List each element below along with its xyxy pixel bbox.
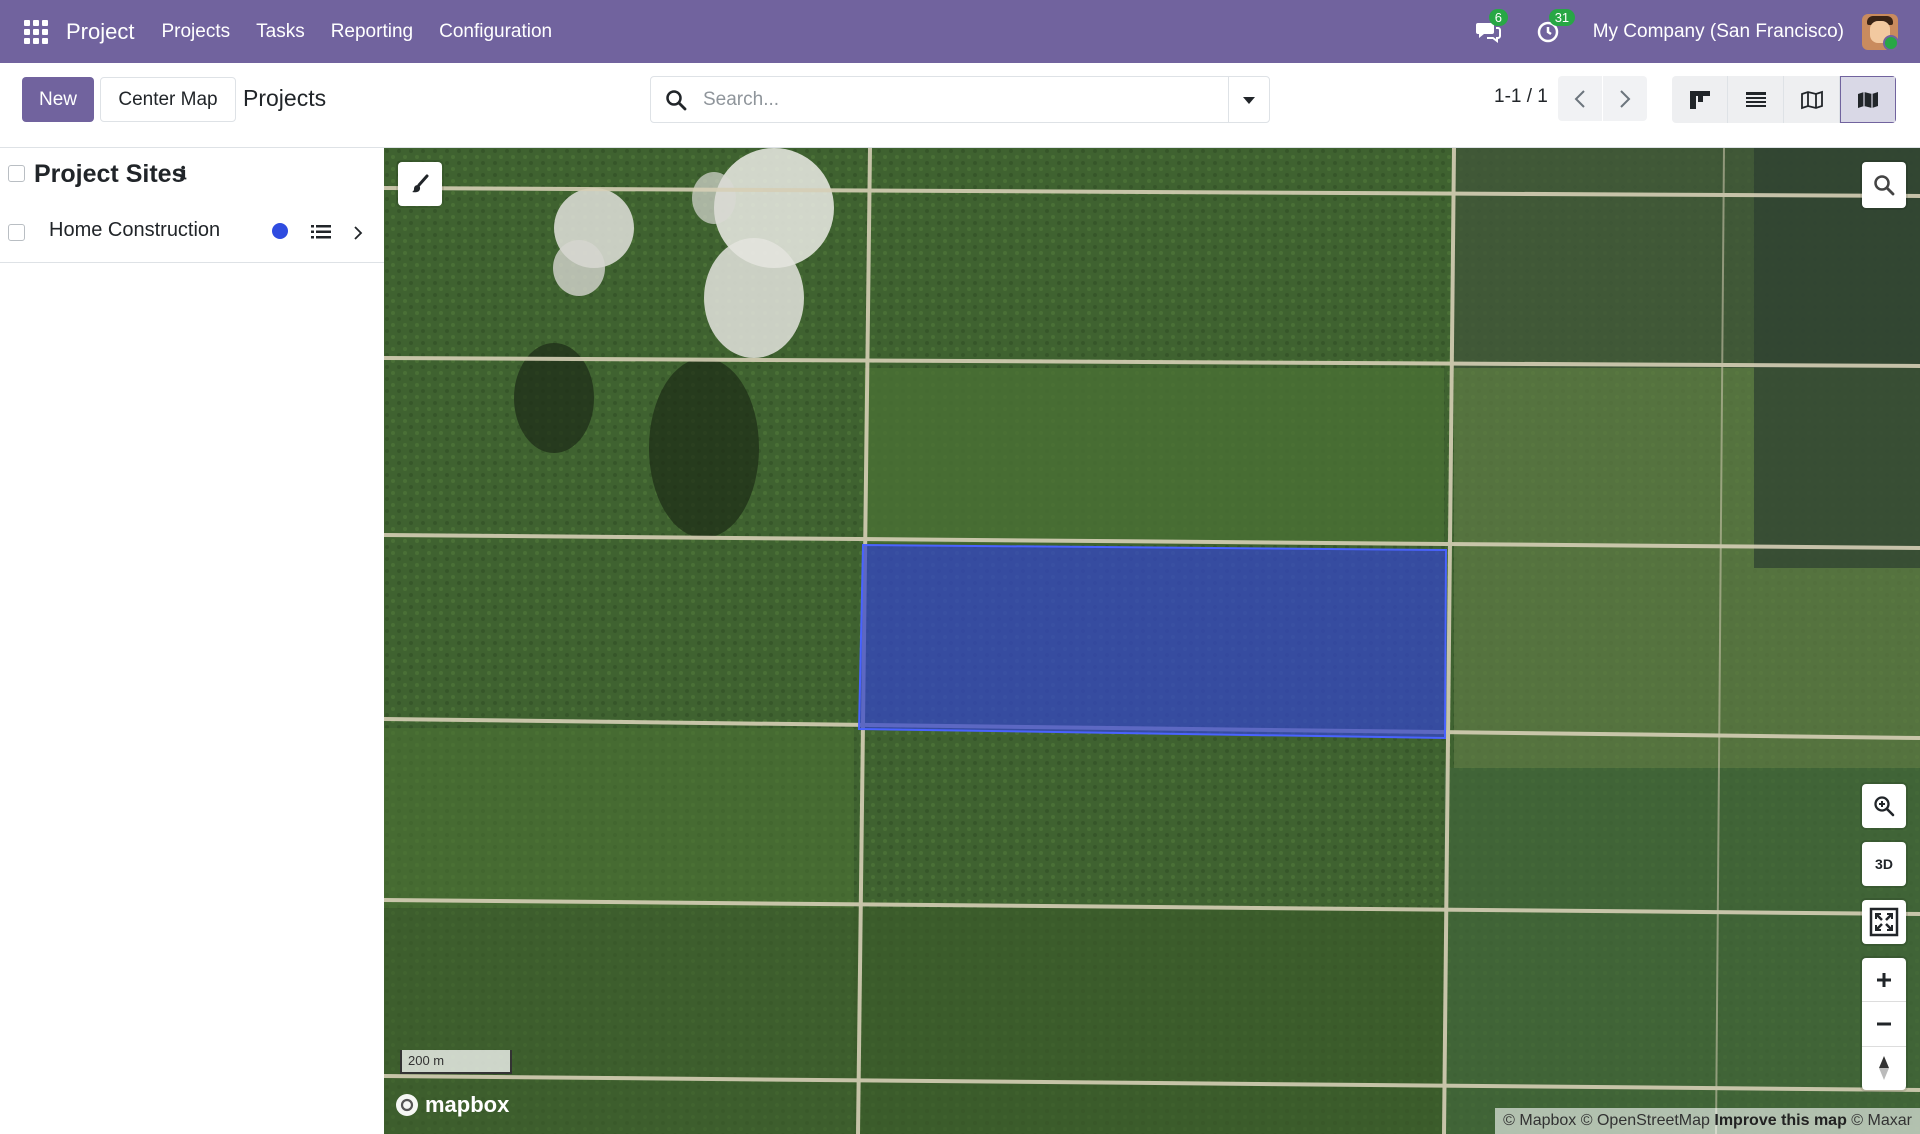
caret-down-icon (1243, 96, 1255, 104)
reset-bearing-button[interactable] (1862, 1047, 1906, 1090)
select-all-checkbox[interactable] (8, 165, 25, 182)
menu-projects[interactable]: Projects (161, 21, 230, 43)
menu-configuration[interactable]: Configuration (439, 21, 552, 43)
improve-map-link[interactable]: Improve this map (1714, 1112, 1846, 1129)
apps-menu-icon[interactable] (24, 19, 48, 44)
fullscreen-button[interactable] (1862, 900, 1906, 944)
menu-reporting[interactable]: Reporting (331, 21, 413, 43)
messages-button[interactable]: 6 (1473, 8, 1508, 47)
mapbox-logo[interactable]: mapbox (394, 1092, 509, 1118)
top-navbar: Project Projects Tasks Reporting Configu… (0, 0, 1920, 63)
zoom-out-button[interactable] (1862, 1002, 1906, 1047)
panel-header: Project Sites ℹ (0, 148, 384, 200)
online-status-icon (1883, 34, 1898, 50)
compass-icon (1879, 1056, 1889, 1081)
map-layer-view-icon (1858, 91, 1878, 108)
map-canvas[interactable]: 3D 200 m mapbox © Mapbox © OpenStreetMap… (384, 148, 1920, 1134)
map-view-button[interactable] (1784, 76, 1840, 123)
search-icon (666, 90, 687, 111)
kanban-view-button[interactable] (1672, 76, 1728, 123)
control-panel: New Center Map Projects 1-1 / 1 (0, 63, 1920, 148)
activities-badge: 31 (1548, 8, 1576, 26)
list-view-icon (1745, 91, 1766, 107)
zoom-control-group (1862, 958, 1906, 1090)
search-bar (650, 76, 1270, 123)
center-map-button[interactable]: Center Map (100, 77, 236, 122)
zoom-in-button[interactable] (1862, 958, 1906, 1003)
map-layer-view-button[interactable] (1840, 76, 1896, 123)
project-sites-panel: Project Sites ℹ Home Construction (0, 148, 385, 1134)
app-name[interactable]: Project (66, 19, 134, 45)
draw-button[interactable] (398, 162, 442, 206)
layer-color-icon (272, 223, 288, 239)
zoom-to-fit-button[interactable] (1862, 784, 1906, 828)
attribution-maxar[interactable]: © Maxar (1847, 1112, 1912, 1129)
search-options-toggle[interactable] (1228, 77, 1269, 122)
new-button[interactable]: New (22, 77, 94, 122)
info-icon[interactable]: ℹ (180, 164, 186, 184)
map-search-button[interactable] (1862, 162, 1906, 208)
activities-button[interactable]: 31 (1533, 8, 1576, 47)
view-switcher (1672, 76, 1896, 123)
search-icon (1874, 175, 1895, 196)
user-avatar[interactable] (1862, 13, 1898, 50)
chevron-left-icon (1574, 89, 1585, 108)
panel-title: Project Sites (34, 160, 186, 188)
pager-next-button[interactable] (1603, 76, 1647, 121)
menu-tasks[interactable]: Tasks (256, 21, 305, 43)
mapbox-logo-text: mapbox (425, 1092, 510, 1117)
chevron-right-icon (1620, 89, 1631, 108)
plus-icon (1877, 972, 1891, 987)
map-scale: 200 m (400, 1050, 512, 1074)
3d-toggle-button[interactable]: 3D (1862, 842, 1906, 886)
minus-icon (1877, 1022, 1891, 1026)
item-label[interactable]: Home Construction (49, 219, 220, 242)
brush-icon (412, 174, 429, 193)
kanban-view-icon (1689, 90, 1710, 109)
list-item[interactable]: Home Construction (0, 210, 384, 263)
map-attribution: © Mapbox © OpenStreetMap Improve this ma… (1495, 1108, 1920, 1134)
pager-value[interactable]: 1-1 / 1 (1494, 86, 1548, 108)
satellite-imagery (384, 148, 1920, 1134)
list-icon[interactable] (311, 224, 331, 240)
messages-badge: 6 (1488, 8, 1508, 26)
zoom-to-fit-icon (1874, 796, 1895, 817)
breadcrumb: Projects (243, 85, 327, 111)
attribution-credits[interactable]: © Mapbox © OpenStreetMap (1503, 1112, 1714, 1129)
chevron-right-icon[interactable] (353, 225, 363, 241)
map-view-icon (1800, 90, 1823, 109)
pager-previous-button[interactable] (1558, 76, 1602, 121)
company-switcher[interactable]: My Company (San Francisco) (1593, 21, 1844, 43)
list-view-button[interactable] (1728, 76, 1784, 123)
search-input[interactable] (701, 85, 1205, 115)
fullscreen-icon (1869, 907, 1899, 937)
item-checkbox[interactable] (8, 224, 25, 241)
mapbox-logo-icon (396, 1094, 418, 1116)
